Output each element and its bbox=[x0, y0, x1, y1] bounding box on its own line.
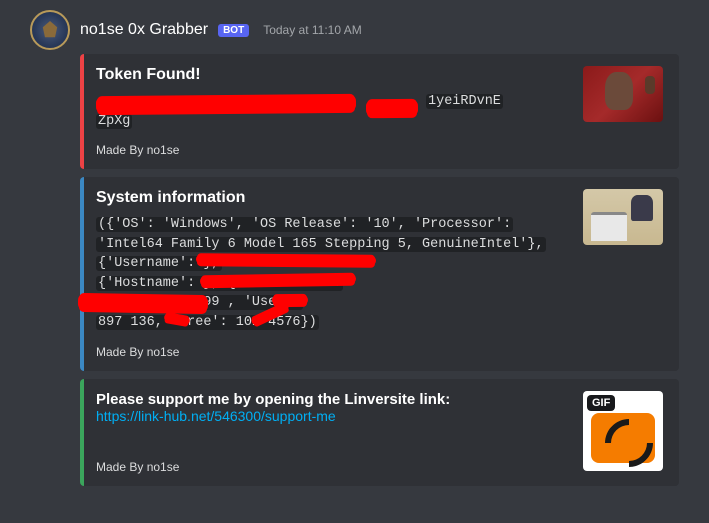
embed-support: Please support me by opening the Linvers… bbox=[80, 379, 679, 486]
support-link[interactable]: https://link-hub.net/546300/support-me bbox=[96, 408, 567, 424]
redaction-mark bbox=[196, 254, 376, 266]
embed-footer: Made By no1se bbox=[96, 460, 567, 474]
message-timestamp: Today at 11:10 AM bbox=[263, 23, 362, 37]
embed-footer: Made By no1se bbox=[96, 143, 567, 157]
redaction-mark bbox=[366, 100, 418, 116]
embed-description: ({'OS': 'Windows', 'OS Release': '10', '… bbox=[96, 215, 567, 332]
redaction-mark bbox=[78, 294, 208, 312]
embed-title: Token Found! bbox=[96, 66, 567, 84]
embed-title: System information bbox=[96, 189, 567, 207]
message-header: no1se 0x Grabber BOT Today at 11:10 AM bbox=[30, 10, 679, 50]
redaction-mark bbox=[272, 295, 308, 305]
redaction-mark bbox=[96, 95, 356, 113]
embed-footer: Made By no1se bbox=[96, 345, 567, 359]
embed-description: 1yeiRDvnE ZpXg bbox=[96, 92, 567, 131]
avatar[interactable] bbox=[30, 10, 70, 50]
embed-thumbnail-gif[interactable]: GIF bbox=[583, 391, 663, 471]
embed-thumbnail[interactable] bbox=[583, 66, 663, 122]
embed-system-information: System information ({'OS': 'Windows', 'O… bbox=[80, 177, 679, 370]
embed-token-found: Token Found! 1yeiRDvnE ZpXg Made By no1s… bbox=[80, 54, 679, 169]
bot-tag: BOT bbox=[218, 24, 249, 37]
embeds-container: Token Found! 1yeiRDvnE ZpXg Made By no1s… bbox=[80, 54, 679, 486]
embed-thumbnail[interactable] bbox=[583, 189, 663, 245]
support-text: Please support me by opening the Linvers… bbox=[96, 391, 567, 408]
gif-badge: GIF bbox=[587, 395, 615, 411]
username[interactable]: no1se 0x Grabber bbox=[80, 21, 208, 39]
